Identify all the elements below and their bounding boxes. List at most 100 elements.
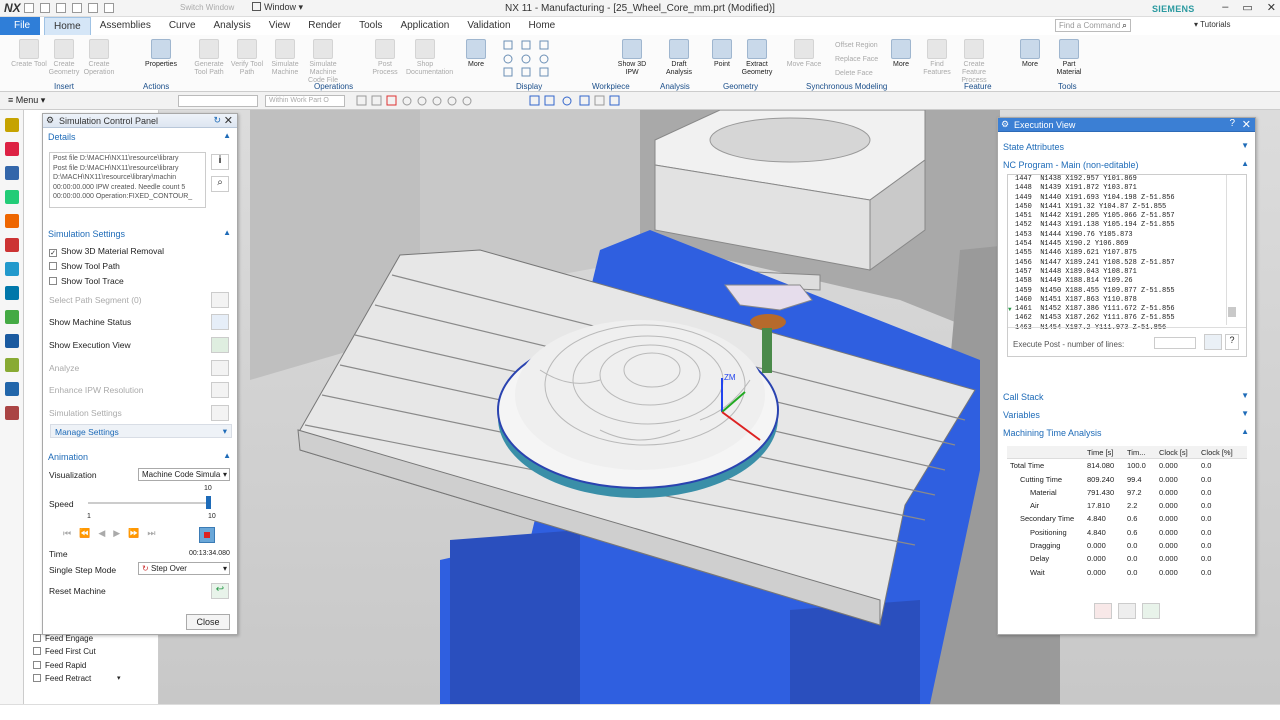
machining-time-header[interactable]: Machining Time Analysis ▲: [998, 424, 1255, 440]
menu-button[interactable]: ≡ Menu ▾: [8, 95, 45, 106]
table-row[interactable]: Delay 0.000 0.0 0.000 0.0: [1007, 552, 1247, 565]
tab-home-2[interactable]: Home: [520, 17, 565, 35]
table-row[interactable]: Air 17.810 2.2 0.000 0.0: [1007, 499, 1247, 512]
help-icon[interactable]: ?: [1229, 118, 1235, 129]
ribbon-button-part-material[interactable]: Part Material: [1050, 39, 1088, 77]
feed-first-cut-item[interactable]: Feed First Cut: [33, 645, 96, 658]
ribbon-button-create-feature-process[interactable]: Create Feature Process: [955, 39, 993, 85]
play-icon[interactable]: ▶: [113, 528, 120, 539]
ribbon-button-more[interactable]: More: [1011, 39, 1049, 69]
feed-first-cut-checkbox[interactable]: [33, 647, 41, 656]
tab-application[interactable]: Application: [391, 17, 458, 35]
step-forward-icon[interactable]: ⏩: [128, 528, 139, 539]
table-row[interactable]: Dragging 0.000 0.0 0.000 0.0: [1007, 539, 1247, 552]
machine-navigator-icon[interactable]: [5, 166, 19, 180]
machine-status-icon[interactable]: [211, 314, 229, 330]
close-icon[interactable]: ✕: [1267, 1, 1276, 14]
restore-icon[interactable]: ▭: [1242, 1, 1252, 14]
state-attributes-header[interactable]: State Attributes ▼: [998, 138, 1255, 154]
nc-program-listing[interactable]: 1447 N1438 X192.957 Y101.869 1448 N1439 X…: [1007, 174, 1247, 357]
feed-engage-checkbox[interactable]: [33, 634, 41, 642]
show-execution-view[interactable]: Show Execution View: [49, 340, 131, 350]
execute-post-icon[interactable]: [1204, 334, 1222, 350]
show-3d-material-removal[interactable]: ✓ Show 3D Material Removal: [49, 246, 164, 257]
palette-icon[interactable]: [5, 406, 19, 420]
table-row[interactable]: Total Time 814.080 100.0 0.000 0.0: [1007, 459, 1247, 472]
show-tool-trace[interactable]: Show Tool Trace: [49, 276, 124, 286]
collapse-icon[interactable]: ▲: [223, 228, 231, 237]
table-row[interactable]: Wait 0.000 0.0 0.000 0.0: [1007, 566, 1247, 579]
offset-region-button[interactable]: Offset Region: [835, 39, 878, 53]
tab-analysis[interactable]: Analysis: [205, 17, 260, 35]
ribbon-button-simulate-machine-code-file[interactable]: Simulate Machine Code File: [304, 39, 342, 85]
collapse-icon[interactable]: ▲: [1241, 427, 1249, 436]
stop-button[interactable]: [199, 527, 215, 543]
post-lines-input[interactable]: [1154, 337, 1196, 349]
search-icon[interactable]: ⌕: [1122, 20, 1127, 31]
ribbon-button-more[interactable]: More: [882, 39, 920, 69]
ribbon-button-move-face[interactable]: Move Face: [785, 39, 823, 69]
details-log[interactable]: Post file D:\MACH\NX11\resource\library …: [49, 152, 206, 208]
details-section-header[interactable]: Details ▲: [43, 128, 237, 144]
ribbon-button-find-features[interactable]: Find Features: [918, 39, 956, 77]
nc-scrollbar[interactable]: [1226, 175, 1236, 325]
reset-dialog-icon[interactable]: ↻: [213, 115, 221, 126]
snap-toolbar-icons[interactable]: [355, 95, 655, 107]
tab-assemblies[interactable]: Assemblies: [91, 17, 160, 35]
ribbon-button-draft-analysis[interactable]: Draft Analysis: [660, 39, 698, 77]
animation-header[interactable]: Animation ▲: [43, 448, 237, 464]
show-tool-path-checkbox[interactable]: [49, 262, 57, 270]
ribbon-button-verify-tool-path[interactable]: Verify Tool Path: [228, 39, 266, 77]
table-row[interactable]: Secondary Time 4.840 0.6 0.000 0.0: [1007, 512, 1247, 525]
tab-validation[interactable]: Validation: [458, 17, 519, 35]
collapse-icon[interactable]: ▲: [1241, 159, 1249, 168]
scope-filter[interactable]: Within Work Part O: [265, 95, 345, 107]
show-machine-status[interactable]: Show Machine Status: [49, 317, 131, 327]
hd3d-tools-icon[interactable]: [5, 238, 19, 252]
ribbon-button-show-3d-ipw[interactable]: Show 3D IPW: [613, 39, 651, 77]
ribbon-button-extract-geometry[interactable]: Extract Geometry: [738, 39, 776, 77]
roles-icon[interactable]: [5, 358, 19, 372]
part-navigator-icon[interactable]: [5, 118, 19, 132]
feed-retract-item[interactable]: Feed Retract: [33, 672, 96, 685]
ribbon-button-shop-documentation[interactable]: Shop Documentation: [406, 39, 453, 77]
ribbon-button-point[interactable]: Point: [703, 39, 741, 69]
info-icon[interactable]: i: [211, 154, 229, 170]
close-icon[interactable]: ✕: [1242, 118, 1251, 131]
show-tool-path[interactable]: Show Tool Path: [49, 261, 120, 271]
web-browser-icon[interactable]: [5, 262, 19, 276]
tab-view[interactable]: View: [260, 17, 300, 35]
execution-view-icon[interactable]: [211, 337, 229, 353]
feed-rapid-checkbox[interactable]: [33, 660, 41, 669]
ribbon-button-generate-tool-path[interactable]: Generate Tool Path: [190, 39, 228, 77]
simulation-settings-header[interactable]: Simulation Settings ▲: [43, 225, 237, 241]
help-icon[interactable]: ?: [1225, 334, 1239, 350]
constraint-navigator-icon[interactable]: [5, 190, 19, 204]
tab-tools[interactable]: Tools: [350, 17, 391, 35]
minimize-icon[interactable]: –: [1222, 1, 1228, 14]
variables-header[interactable]: Variables ▼: [998, 406, 1255, 422]
speed-slider[interactable]: [88, 496, 211, 509]
scroll-down-icon[interactable]: ▾: [117, 674, 121, 682]
chevron-down-icon[interactable]: ▼: [1241, 409, 1249, 418]
clock-add-icon[interactable]: [1142, 603, 1160, 619]
collapse-icon[interactable]: ▲: [223, 131, 231, 140]
ribbon-button-more[interactable]: More: [457, 39, 495, 69]
manage-settings[interactable]: Manage Settings ▾: [50, 424, 232, 438]
chevron-down-icon[interactable]: ▼: [1241, 391, 1249, 400]
reset-machine-icon[interactable]: ↩: [211, 583, 229, 599]
tab-render[interactable]: Render: [299, 17, 350, 35]
chevron-down-icon[interactable]: ▼: [1241, 141, 1249, 150]
close-button[interactable]: Close: [186, 614, 230, 630]
nc-scrollbar-thumb[interactable]: [1228, 307, 1236, 317]
tab-curve[interactable]: Curve: [160, 17, 205, 35]
reuse-library-icon[interactable]: [5, 214, 19, 228]
fast-forward-icon[interactable]: ⏭: [147, 528, 155, 539]
clock-reset-icon[interactable]: [1094, 603, 1112, 619]
tab-home[interactable]: Home: [44, 17, 91, 35]
type-filter[interactable]: [178, 95, 258, 107]
visualization-select[interactable]: Machine Code Simula ▾: [138, 468, 230, 481]
operation-navigator-icon[interactable]: [5, 142, 19, 156]
ribbon-button-create-operation[interactable]: Create Operation: [80, 39, 118, 77]
ribbon-button-create-tool[interactable]: Create Tool: [10, 39, 48, 69]
